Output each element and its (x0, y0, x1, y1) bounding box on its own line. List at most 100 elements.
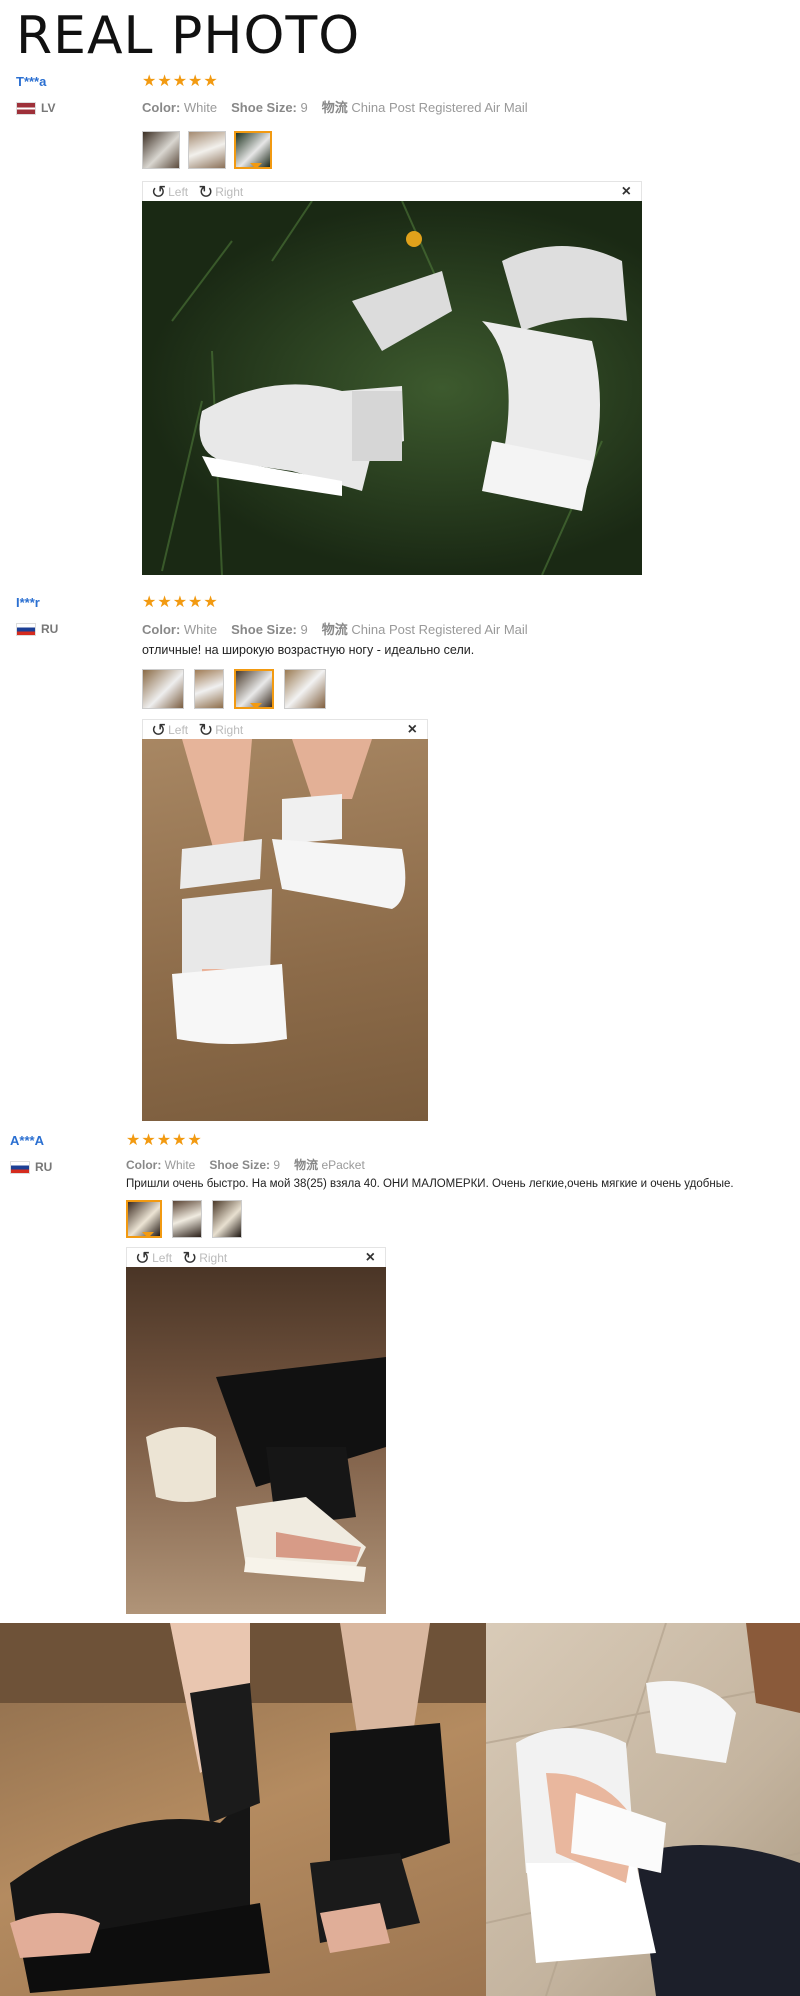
star-icon: ★ (142, 73, 157, 90)
thumbnail-active[interactable] (234, 669, 274, 709)
rotate-right-icon: ↻ (198, 181, 214, 202)
star-icon: ★ (203, 594, 218, 611)
logistics-label: 物流 (321, 622, 348, 637)
color-value: White (164, 1158, 196, 1172)
thumbnail-active[interactable] (126, 1200, 162, 1238)
close-icon[interactable]: × (366, 1249, 375, 1267)
order-info: Color: White Shoe Size: 9 物流 ePacket (126, 1156, 365, 1173)
rotate-left-label: Left (168, 184, 189, 199)
star-icon: ★ (188, 73, 203, 90)
rotate-right-button[interactable]: ↻ Right (182, 1249, 227, 1267)
star-icon: ★ (172, 1132, 187, 1149)
star-rating: ★ ★ ★ ★ ★ (142, 595, 218, 611)
order-info: Color: White Shoe Size: 9 物流 China Post Re… (142, 619, 528, 638)
color-value: White (183, 622, 218, 637)
star-icon: ★ (142, 594, 157, 611)
thumbnail-active[interactable] (234, 131, 272, 169)
close-icon[interactable]: × (408, 721, 417, 739)
review-comment: отличные! на широкую возрастную ногу - и… (142, 643, 475, 657)
star-icon: ★ (156, 1132, 172, 1149)
thumbnail[interactable] (194, 669, 224, 709)
flag-icon (10, 1160, 30, 1174)
reviewer-name[interactable]: I***r (16, 595, 40, 610)
size-label: Shoe Size: (231, 100, 297, 115)
shipping-value: China Post Registered Air Mail (351, 622, 528, 637)
black-sandals-image (0, 1623, 486, 1993)
country-code: RU (41, 622, 59, 636)
product-photo-black (0, 1623, 486, 1996)
white-sandals-on-tile-image (486, 1623, 800, 1996)
order-info: Color: White Shoe Size: 9 物流 China Post Re… (142, 97, 528, 116)
flag-icon (16, 101, 36, 115)
country-code: RU (35, 1160, 53, 1174)
rotate-right-icon: ↻ (182, 1247, 198, 1268)
reviewer-country: LV (16, 101, 55, 115)
reviewer-country: RU (16, 622, 58, 636)
rotate-right-label: Right (215, 184, 244, 199)
flag-icon (16, 622, 36, 636)
reviewer-name[interactable]: A***A (10, 1133, 44, 1148)
photo-thumbnails (126, 1200, 242, 1238)
product-photo-white (486, 1623, 800, 1996)
size-label: Shoe Size: (231, 622, 297, 637)
photo-thumbnails (142, 131, 272, 169)
star-icon: ★ (203, 73, 218, 90)
photo-toolbar: ↺ Left ↻ Right × (126, 1247, 386, 1267)
shipping-value: China Post Registered Air Mail (351, 100, 528, 115)
rotate-left-button[interactable]: ↺ Left (151, 183, 188, 201)
thumbnail[interactable] (284, 669, 326, 709)
star-icon: ★ (187, 1132, 202, 1149)
reviewer-country: RU (10, 1160, 52, 1174)
color-label: Color: (126, 1158, 162, 1172)
star-icon: ★ (172, 73, 188, 90)
rotate-right-label: Right (199, 1250, 228, 1265)
rotate-right-button[interactable]: ↻ Right (198, 721, 243, 739)
country-code: LV (41, 101, 56, 115)
close-icon[interactable]: × (622, 183, 631, 201)
rotate-left-label: Left (168, 722, 189, 737)
legs-in-sandals-image (146, 1357, 386, 1582)
review-comment: Пришли очень быстро. На мой 38(25) взяла… (126, 1178, 734, 1190)
thumbnail[interactable] (212, 1200, 242, 1238)
review-photo (126, 1267, 386, 1614)
rotate-right-icon: ↻ (198, 719, 214, 740)
review-photo (142, 201, 642, 575)
photo-thumbnails (142, 669, 326, 709)
rotate-left-icon: ↺ (151, 181, 167, 202)
size-value: 9 (300, 622, 308, 637)
thumbnail[interactable] (142, 669, 184, 709)
color-label: Color: (142, 622, 181, 637)
rotate-left-label: Left (152, 1250, 173, 1265)
rotate-left-icon: ↺ (135, 1247, 151, 1268)
star-rating: ★ ★ ★ ★ ★ (126, 1133, 202, 1149)
page-title: REAL PHOTO (16, 6, 361, 66)
star-icon: ★ (157, 73, 172, 90)
star-icon: ★ (126, 1132, 141, 1149)
reviewer-name[interactable]: T***a (16, 74, 46, 89)
rotate-right-label: Right (215, 722, 244, 737)
star-rating: ★ ★ ★ ★ ★ (142, 74, 218, 90)
size-label: Shoe Size: (209, 1158, 271, 1172)
photo-toolbar: ↺ Left ↻ Right × (142, 719, 428, 739)
feet-in-sandals-image (172, 739, 406, 1044)
size-value: 9 (300, 100, 308, 115)
star-icon: ★ (188, 594, 203, 611)
color-label: Color: (142, 100, 181, 115)
rotate-right-button[interactable]: ↻ Right (198, 183, 243, 201)
star-icon: ★ (157, 594, 172, 611)
rotate-left-button[interactable]: ↺ Left (135, 1249, 172, 1267)
rotate-left-button[interactable]: ↺ Left (151, 721, 188, 739)
thumbnail[interactable] (172, 1200, 202, 1238)
size-value: 9 (273, 1158, 281, 1172)
sandals-on-grass-image (161, 201, 627, 575)
thumbnail[interactable] (142, 131, 180, 169)
thumbnail[interactable] (188, 131, 226, 169)
photo-toolbar: ↺ Left ↻ Right × (142, 181, 642, 201)
shipping-value: ePacket (321, 1158, 365, 1172)
review-photo (142, 739, 428, 1121)
logistics-label: 物流 (294, 1158, 319, 1172)
rotate-left-icon: ↺ (151, 719, 167, 740)
star-icon: ★ (172, 594, 188, 611)
star-icon: ★ (141, 1132, 156, 1149)
color-value: White (183, 100, 218, 115)
